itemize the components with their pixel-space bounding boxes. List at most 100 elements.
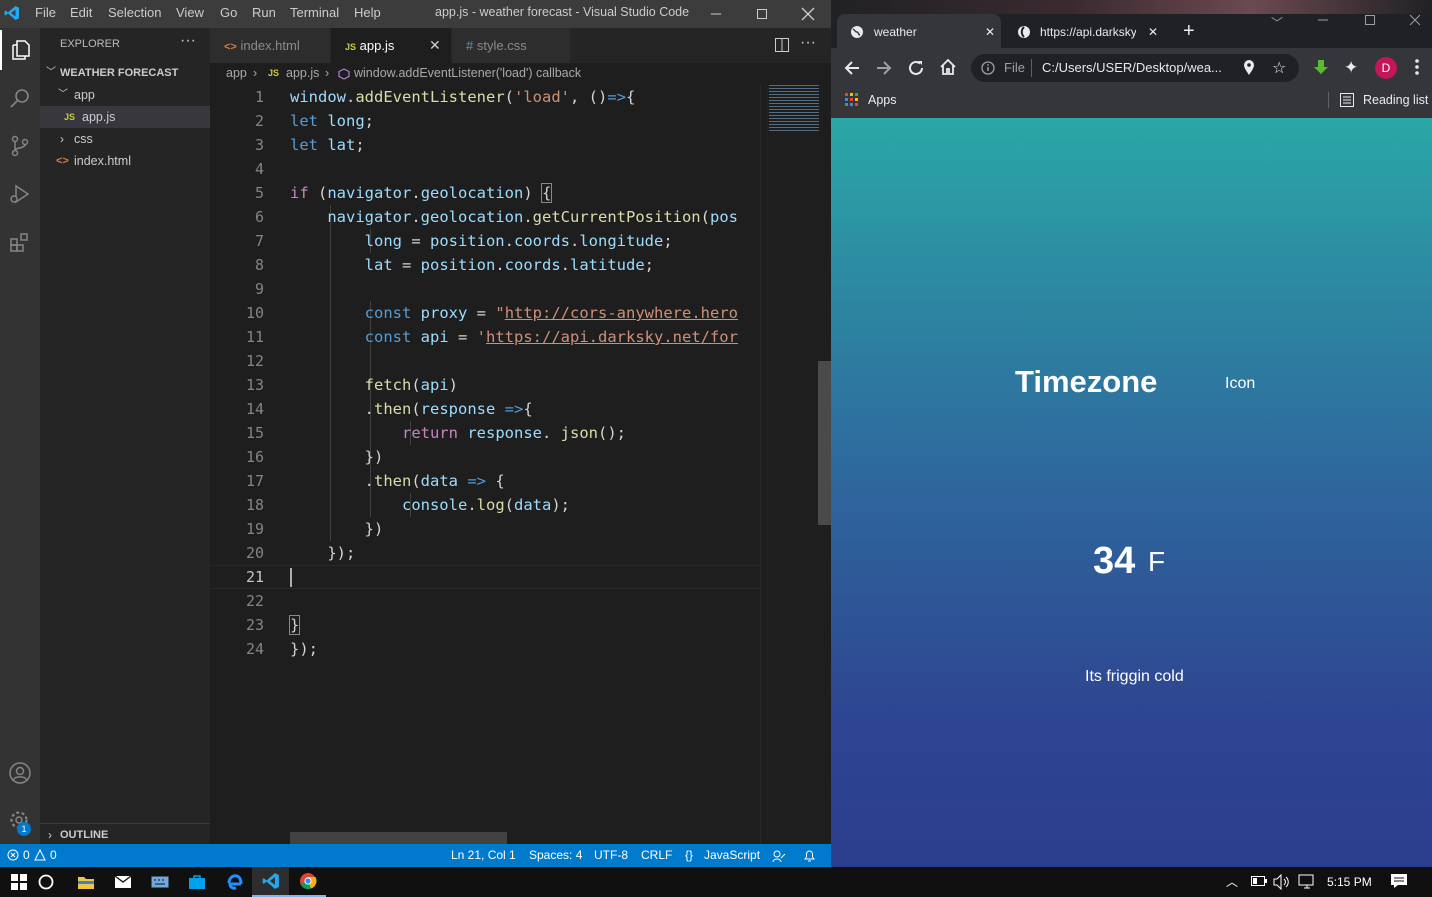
vscode-titlebar: File Edit Selection View Go Run Terminal…	[0, 0, 831, 28]
menu-terminal[interactable]: Terminal	[282, 0, 347, 28]
search-icon[interactable]	[0, 78, 40, 118]
tree-folder-css[interactable]: › css	[40, 128, 210, 150]
tree-file-indexhtml[interactable]: <> index.html	[40, 150, 210, 172]
source-control-icon[interactable]	[0, 126, 40, 166]
new-tab-button[interactable]: +	[1183, 19, 1195, 43]
bookmark-star-icon[interactable]: ☆	[1272, 58, 1286, 78]
address-bar[interactable]: File C:/Users/USER/Desktop/wea... ☆	[971, 54, 1299, 82]
home-icon[interactable]	[939, 58, 957, 76]
menu-help[interactable]: Help	[346, 0, 389, 28]
tab-app-js[interactable]: JS app.js ✕	[331, 28, 451, 63]
show-hidden-icons-icon[interactable]: ︿	[1226, 873, 1238, 890]
clock[interactable]: 5:15 PM	[1327, 875, 1372, 889]
address-url[interactable]: C:/Users/USER/Desktop/wea...	[1042, 60, 1222, 75]
breadcrumb-folder[interactable]: app	[226, 63, 247, 84]
code-editor[interactable]: 1 2 3 4 5 6 7 8 9 10 11 12 13 14 15 16 17 18 19 20 21 22 23 24 …	[210, 85, 831, 844]
line-ending[interactable]: CRLF	[641, 844, 672, 867]
wallpaper-strip	[831, 0, 1432, 14]
chrome-taskbar-icon[interactable]	[289, 867, 326, 897]
menu-go[interactable]: Go	[212, 0, 245, 28]
info-icon[interactable]	[981, 61, 995, 75]
battery-icon[interactable]	[1251, 876, 1267, 886]
error-icon[interactable]	[7, 849, 19, 861]
accounts-icon[interactable]	[0, 753, 40, 793]
tab-close-icon[interactable]: ✕	[1148, 14, 1158, 50]
edge-icon[interactable]	[215, 867, 252, 897]
maximize-button[interactable]	[1364, 14, 1376, 26]
minimize-button[interactable]	[693, 0, 739, 28]
tree-folder-app[interactable]: ﹀ app	[40, 84, 210, 106]
vscode-taskbar-icon[interactable]	[252, 867, 289, 897]
tree-label: index.html	[74, 154, 131, 168]
tab-close-icon[interactable]: ✕	[985, 14, 995, 50]
warning-icon[interactable]	[34, 849, 46, 861]
braces-icon: {}	[685, 848, 694, 862]
back-arrow-icon[interactable]	[843, 59, 861, 77]
file-explorer-icon[interactable]	[67, 867, 104, 897]
explorer-icon[interactable]	[0, 30, 40, 70]
tree-file-appjs[interactable]: JS app.js	[40, 106, 210, 128]
warning-count[interactable]: 0	[50, 844, 57, 867]
tab-index-html[interactable]: <> index.html	[210, 28, 330, 63]
chevron-right-icon: ›	[60, 132, 64, 146]
action-center-icon[interactable]	[1390, 873, 1408, 889]
more-actions-icon[interactable]: ···	[180, 32, 196, 50]
volume-icon[interactable]	[1273, 874, 1291, 890]
apps-bookmark[interactable]: Apps	[868, 88, 897, 112]
chevron-down-icon: ﹀	[58, 89, 68, 100]
menu-view[interactable]: View	[168, 0, 212, 28]
keyboard-icon[interactable]	[141, 867, 178, 897]
close-button[interactable]	[1409, 14, 1421, 26]
address-scheme: File	[1004, 60, 1025, 75]
mail-icon[interactable]	[104, 867, 141, 897]
breadcrumb-file[interactable]: app.js	[286, 63, 319, 84]
settings-gear-icon[interactable]: 1	[0, 801, 40, 841]
maximize-button[interactable]	[739, 0, 785, 28]
error-count[interactable]: 0	[23, 844, 30, 867]
chrome-menu-icon[interactable]	[1415, 59, 1419, 75]
network-icon[interactable]	[1298, 874, 1316, 890]
tab-label: style.css	[476, 38, 527, 53]
vertical-scrollbar[interactable]	[818, 361, 831, 525]
download-icon[interactable]	[1313, 59, 1329, 77]
chrome-tab-darksky[interactable]: https://api.darksky ✕	[1007, 14, 1172, 50]
minimap[interactable]	[760, 85, 831, 844]
store-icon[interactable]	[178, 867, 215, 897]
apps-grid-icon[interactable]	[845, 93, 859, 107]
close-button[interactable]	[785, 0, 831, 28]
minimize-button[interactable]	[1317, 14, 1329, 26]
code-line: navigator.geolocation.getCurrentPosition…	[327, 208, 738, 226]
menu-selection[interactable]: Selection	[100, 0, 169, 28]
forward-arrow-icon[interactable]	[875, 59, 893, 77]
horizontal-scrollbar[interactable]	[290, 832, 507, 844]
feedback-icon[interactable]	[772, 849, 786, 863]
tab-search-icon[interactable]: ﹀	[1271, 14, 1283, 31]
tab-style-css[interactable]: # style.css	[452, 28, 570, 63]
menu-file[interactable]: File	[27, 0, 64, 28]
extensions-puzzle-icon[interactable]: ✦	[1344, 58, 1358, 78]
cortana-search-icon[interactable]	[27, 867, 64, 897]
split-editor-icon[interactable]	[775, 38, 789, 52]
outline-header[interactable]: › OUTLINE	[40, 824, 210, 846]
weather-icon-placeholder: Icon	[1225, 375, 1256, 392]
location-pin-icon[interactable]	[1243, 60, 1255, 76]
profile-avatar[interactable]: D	[1375, 57, 1397, 79]
reading-list-icon[interactable]	[1340, 93, 1354, 107]
line-number: 7	[254, 232, 264, 250]
cursor-position[interactable]: Ln 21, Col 1	[451, 844, 516, 867]
extensions-icon[interactable]	[0, 222, 40, 262]
menu-run[interactable]: Run	[244, 0, 284, 28]
chrome-tab-weather[interactable]: weather ✕	[837, 14, 1001, 50]
project-header[interactable]: ﹀ WEATHER FORECAST	[40, 62, 210, 84]
reload-icon[interactable]	[907, 59, 925, 77]
notifications-bell-icon[interactable]	[803, 849, 816, 863]
tab-close-icon[interactable]: ✕	[429, 28, 441, 63]
breadcrumb-symbol[interactable]: window.addEventListener('load') callback	[354, 63, 581, 84]
run-debug-icon[interactable]	[0, 174, 40, 214]
language-mode[interactable]: JavaScript	[704, 844, 760, 867]
indentation[interactable]: Spaces: 4	[529, 844, 582, 867]
encoding[interactable]: UTF-8	[594, 844, 628, 867]
menu-edit[interactable]: Edit	[62, 0, 100, 28]
reading-list-label[interactable]: Reading list	[1363, 88, 1428, 112]
editor-more-icon[interactable]: ···	[800, 34, 816, 52]
